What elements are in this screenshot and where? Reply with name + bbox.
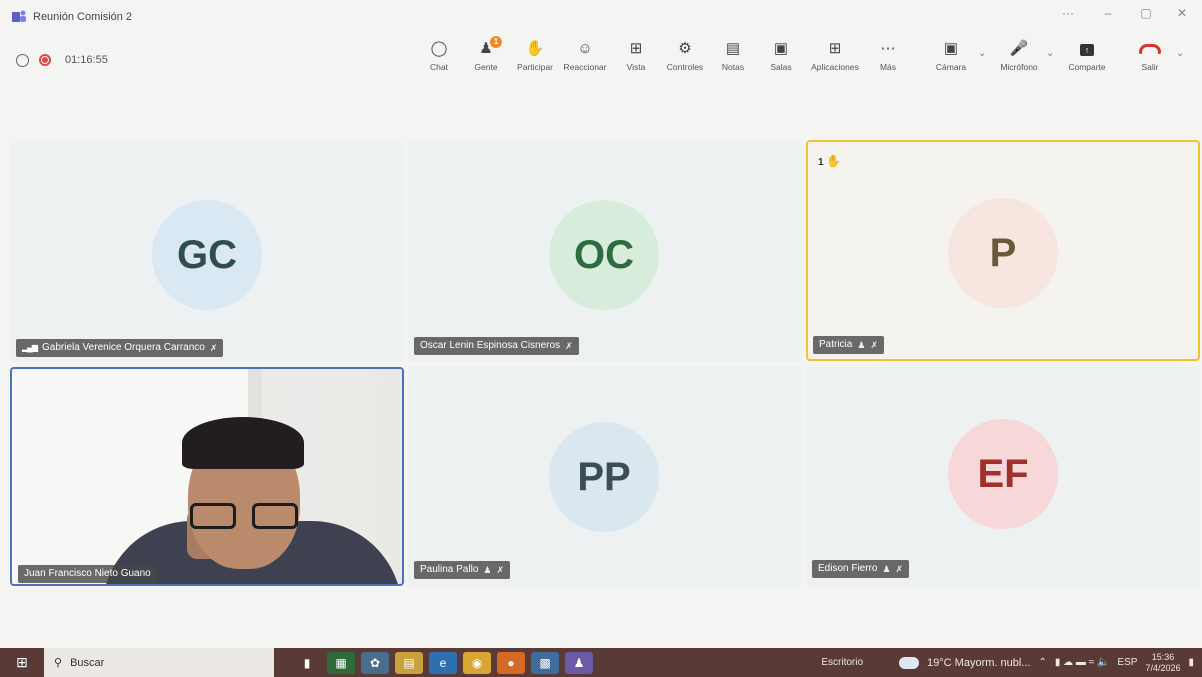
- camera-options-chevron-down-icon[interactable]: ⌄: [978, 48, 986, 59]
- mic-muted-icon: ✗: [870, 340, 878, 350]
- more-button[interactable]: ⋯ Más: [858, 38, 918, 72]
- participant-name: Gabriela Verenice Orquera Carranco: [41, 342, 205, 353]
- maximize-icon[interactable]: ▢: [1136, 6, 1156, 20]
- teams-taskbar-icon[interactable]: ♟: [565, 651, 593, 674]
- raised-hand-indicator: 1 ✋: [818, 154, 841, 168]
- tray-chevron-up-icon[interactable]: ⌃: [1038, 657, 1046, 668]
- mic-muted-icon: ✗: [496, 565, 504, 575]
- hangup-icon: [1139, 44, 1161, 54]
- share-label: Comparte: [1068, 62, 1106, 72]
- people-icon: ♟: [882, 564, 891, 574]
- teams-icon: [12, 10, 26, 22]
- language-indicator[interactable]: ESP: [1117, 657, 1137, 668]
- app-window-icon[interactable]: ▩: [531, 651, 559, 674]
- search-placeholder: Buscar: [70, 656, 105, 669]
- rooms-label: Salas: [770, 62, 792, 72]
- participant-name: Patricia: [819, 339, 853, 350]
- recording-icon: [39, 54, 51, 66]
- mic-off-icon: 🎤: [1009, 40, 1029, 57]
- avatar: GC: [152, 200, 262, 310]
- window-title: Reunión Comisión 2: [33, 11, 133, 23]
- people-icon: ♟: [857, 340, 866, 350]
- participant-tile[interactable]: EF Edison Fierro ♟ ✗: [806, 367, 1200, 586]
- shield-icon: [16, 53, 29, 67]
- task-view-icon[interactable]: ▮: [293, 652, 321, 674]
- windows-start-icon[interactable]: ⊞: [0, 654, 44, 671]
- apps-label: Aplicaciones: [811, 62, 859, 72]
- participant-name-tag: Juan Francisco Nieto Guano: [18, 565, 157, 583]
- firefox-icon[interactable]: ●: [497, 651, 525, 674]
- people-badge: 1: [490, 36, 502, 48]
- more-label: Más: [879, 62, 897, 72]
- participant-name: Juan Francisco Nieto Guano: [24, 568, 151, 579]
- weather-icon: [899, 656, 920, 669]
- microphone-button[interactable]: 🎤 Micrófono: [989, 38, 1049, 72]
- raised-hand-icon: ✋: [826, 154, 842, 168]
- rooms-button[interactable]: ▣ Salas: [751, 38, 811, 72]
- participant-name-tag: Paulina Pallo ♟ ✗: [414, 561, 510, 579]
- participant-tile[interactable]: GC ▂▄▆ Gabriela Verenice Orquera Carranc…: [10, 142, 404, 362]
- video-feed: [12, 369, 402, 584]
- title-bar: Reunión Comisión 2 ··· – ▢ ✕: [0, 0, 1202, 34]
- avatar: EF: [948, 419, 1058, 529]
- leave-options-chevron-down-icon[interactable]: ⌄: [1176, 48, 1184, 59]
- paint-icon[interactable]: ✿: [361, 651, 389, 674]
- participant-video-tile[interactable]: Juan Francisco Nieto Guano: [10, 367, 404, 586]
- ellipsis-icon: ⋯: [880, 40, 896, 57]
- camera-off-icon: ▣: [943, 40, 959, 57]
- participant-name-tag: ▂▄▆ Gabriela Verenice Orquera Carranco ✗: [16, 339, 224, 357]
- avatar: P: [948, 198, 1058, 308]
- chrome-icon[interactable]: ◉: [463, 651, 491, 674]
- meeting-timer: 01:16:55: [65, 54, 108, 66]
- mic-muted-icon: ✗: [565, 341, 573, 351]
- search-icon: ⚲: [54, 657, 63, 669]
- camera-label: Cámara: [935, 62, 967, 72]
- apps-button[interactable]: ⊞ Aplicaciones: [805, 38, 865, 72]
- clock-time: 15:36: [1151, 651, 1175, 662]
- taskbar-search[interactable]: ⚲ Buscar: [44, 648, 274, 677]
- share-button[interactable]: ↑ Comparte: [1057, 38, 1117, 72]
- tray-icons[interactable]: ▮ ☁ ▬ ≈ 🔈: [1055, 657, 1110, 668]
- mic-options-chevron-down-icon[interactable]: ⌄: [1046, 48, 1054, 59]
- plus-box-icon: ⊞: [828, 40, 842, 57]
- leave-label: Salir: [1141, 62, 1159, 72]
- participant-name: Paulina Pallo: [420, 564, 479, 575]
- participant-name-tag: Oscar Lenin Espinosa Cisneros ✗: [414, 337, 579, 355]
- participant-name: Oscar Lenin Espinosa Cisneros: [420, 340, 561, 351]
- microphone-label: Micrófono: [1000, 62, 1038, 72]
- people-icon: ♟: [483, 565, 492, 575]
- calculator-icon[interactable]: ▦: [327, 651, 355, 674]
- hand-count: 1: [818, 157, 824, 168]
- avatar: PP: [549, 422, 659, 532]
- participant-tile[interactable]: OC Oscar Lenin Espinosa Cisneros ✗: [408, 142, 802, 362]
- minimize-icon[interactable]: –: [1098, 6, 1118, 20]
- participant-tile[interactable]: PP Paulina Pallo ♟ ✗: [408, 367, 802, 586]
- rooms-icon: ▣: [773, 40, 789, 57]
- desktop-toolbar[interactable]: Escritorio: [821, 657, 863, 668]
- mic-muted-icon: ✗: [209, 343, 218, 353]
- participant-name: Edison Fierro: [818, 563, 878, 574]
- close-icon[interactable]: ✕: [1172, 6, 1192, 20]
- meeting-status: 01:16:55: [16, 50, 108, 70]
- participant-name-tag: Patricia ♟ ✗: [813, 336, 884, 354]
- clock-date: 7/4/2026: [1145, 662, 1181, 673]
- file-explorer-icon[interactable]: ▤: [395, 651, 423, 674]
- participant-name-tag: Edison Fierro ♟ ✗: [812, 560, 910, 578]
- share-icon: ↑: [1080, 44, 1094, 56]
- leave-button[interactable]: Salir: [1120, 38, 1180, 72]
- participant-tile[interactable]: 1 ✋ P Patricia ♟ ✗: [806, 140, 1200, 361]
- mic-muted-icon: ✗: [895, 564, 904, 574]
- avatar: OC: [549, 200, 659, 310]
- signal-icon: ▂▄▆: [22, 343, 38, 352]
- notifications-icon[interactable]: ▮: [1188, 657, 1194, 668]
- clock[interactable]: 15:36 7/4/2026: [1145, 652, 1180, 674]
- windows-taskbar: ⊞ ⚲ Buscar ▮ ▦ ✿ ▤ e ◉ ● ▩ ♟ Escritorio …: [0, 648, 1202, 677]
- system-tray: Escritorio 19°C Mayorm. nubl... ⌃ ▮ ☁ ▬ …: [821, 648, 1202, 677]
- more-options-icon[interactable]: ···: [1058, 6, 1078, 20]
- weather-text[interactable]: 19°C Mayorm. nubl...: [927, 657, 1030, 669]
- internet-explorer-icon[interactable]: e: [429, 651, 457, 674]
- camera-button[interactable]: ▣ Cámara: [921, 38, 981, 72]
